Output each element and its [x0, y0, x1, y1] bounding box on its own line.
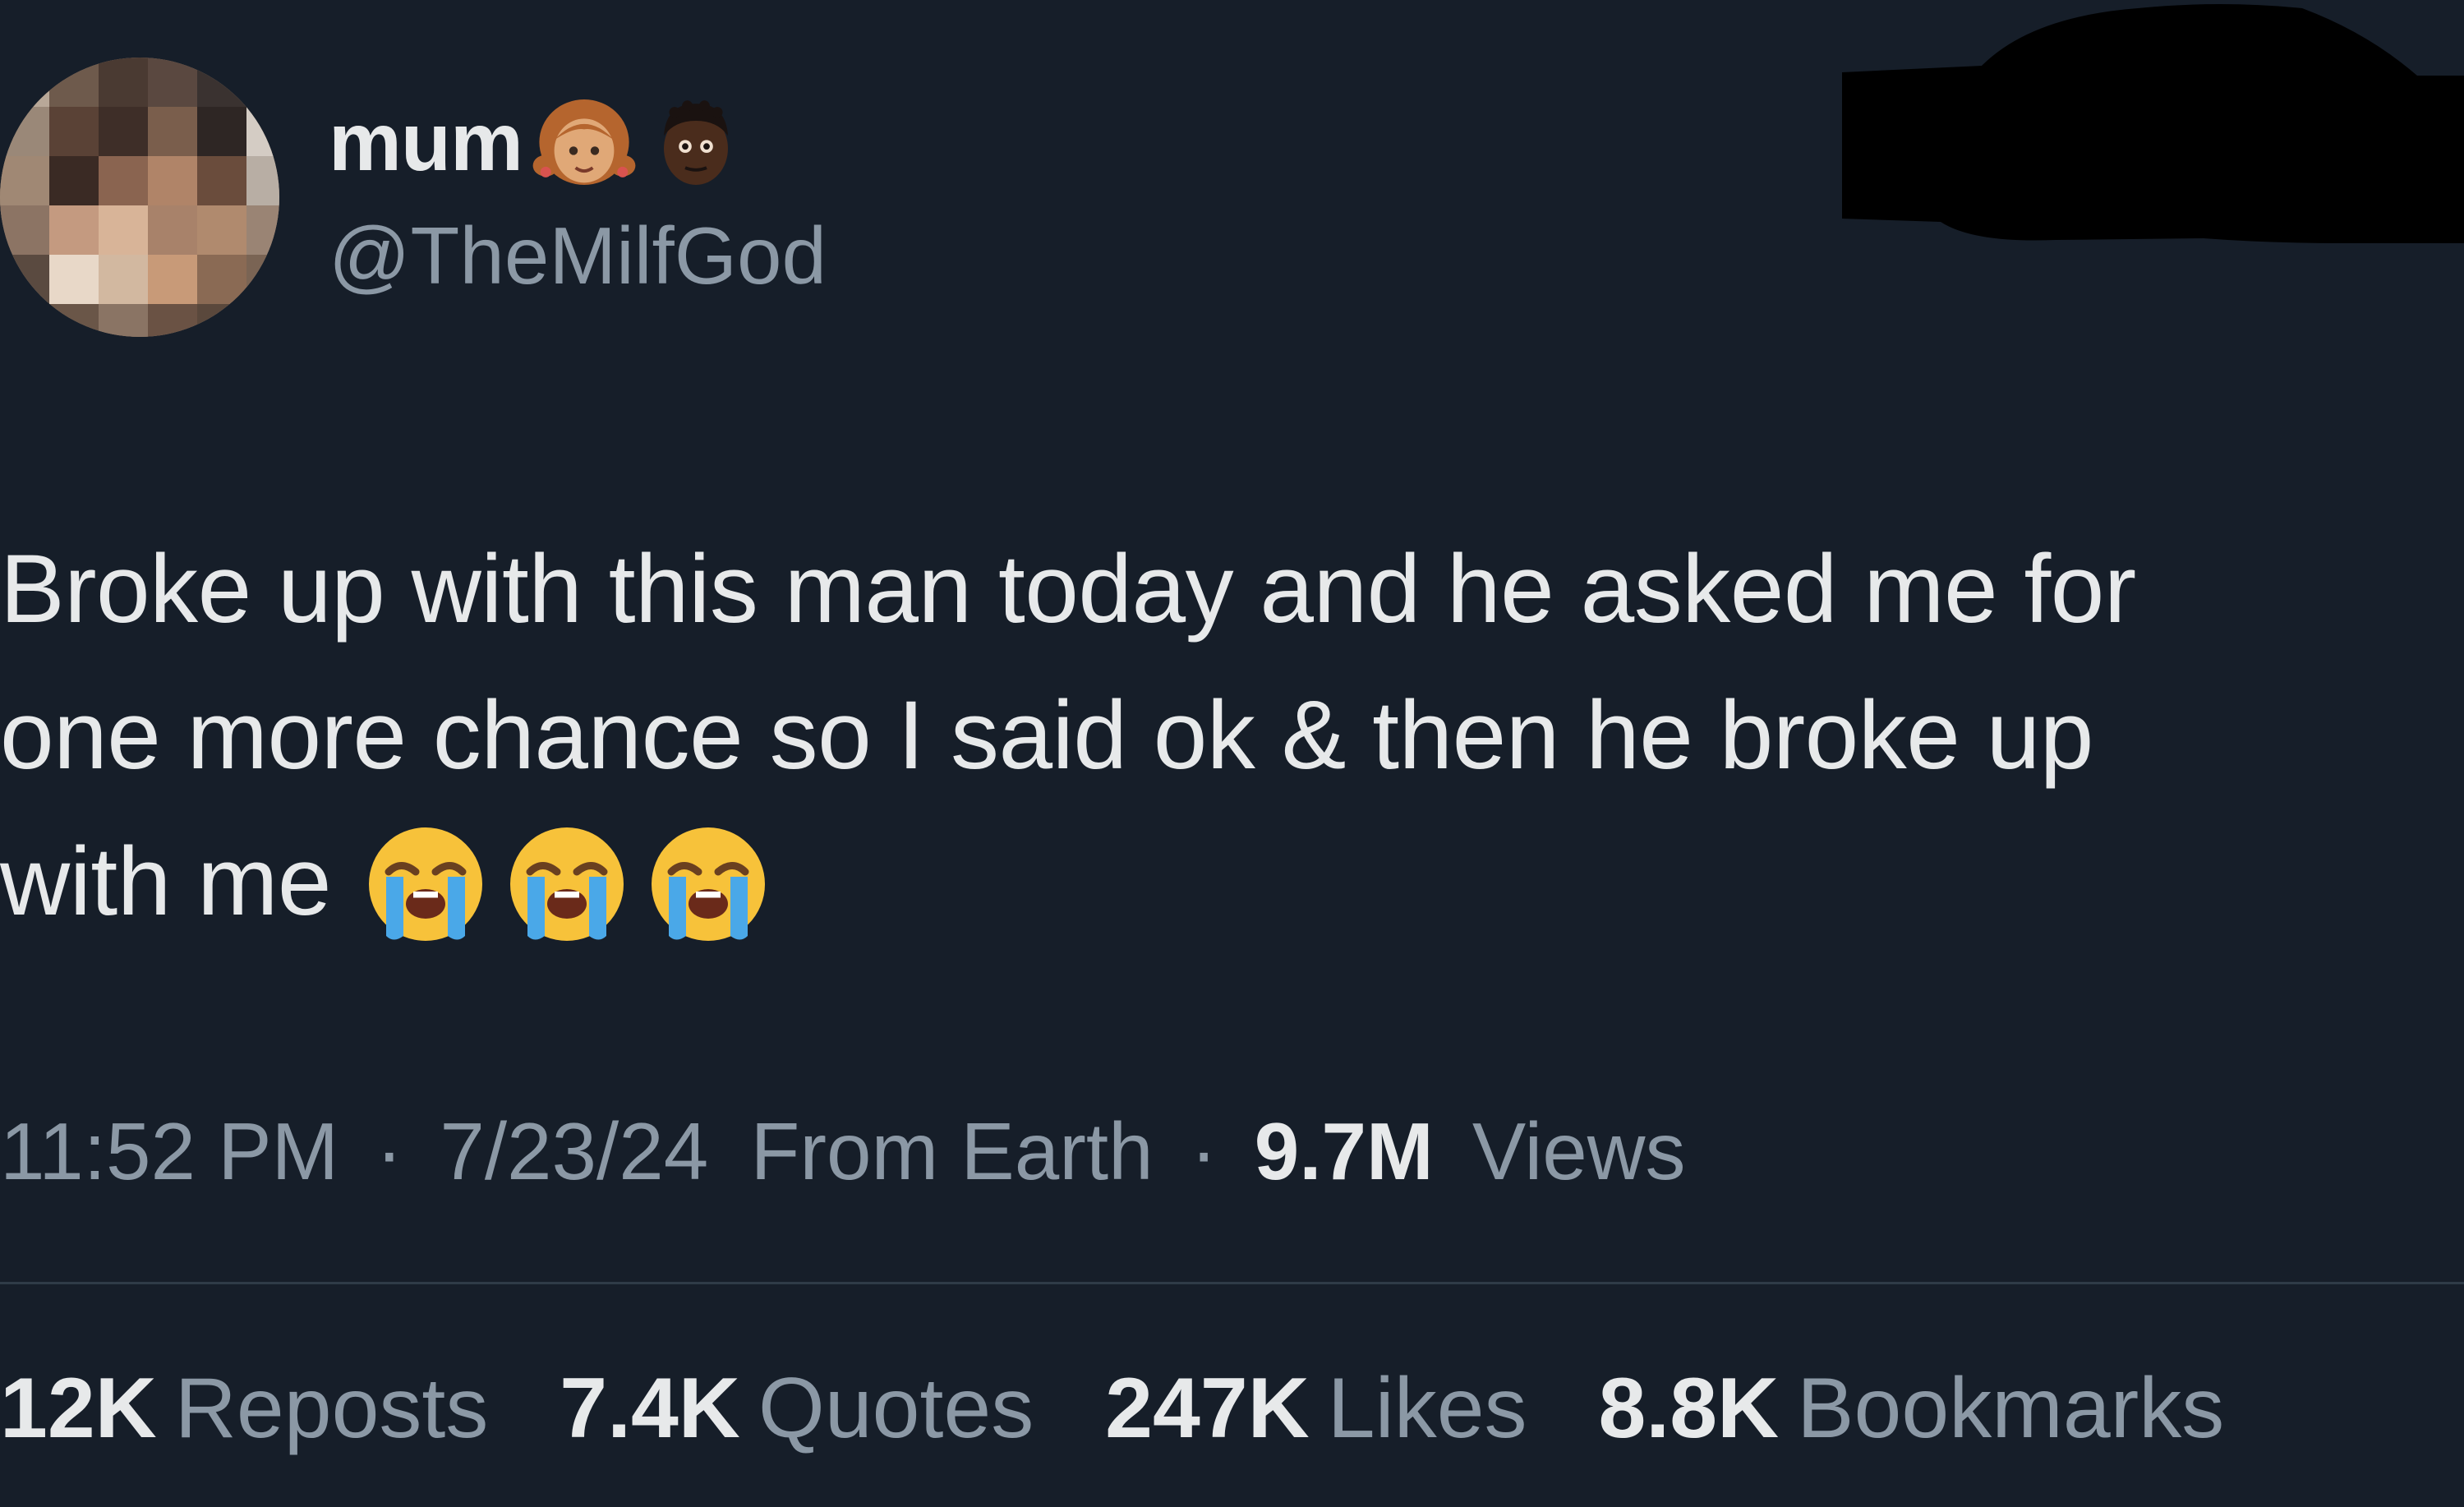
quotes-label: Quotes	[758, 1361, 1034, 1456]
user-name-row[interactable]: mum	[329, 97, 749, 187]
likes-label: Likes	[1327, 1361, 1527, 1456]
girl-emoji-icon	[532, 99, 636, 185]
reposts-label: Reposts	[174, 1361, 489, 1456]
tweet-date[interactable]: 7/23/24	[440, 1106, 708, 1196]
loudly-crying-face-icon	[652, 827, 766, 941]
user-handle[interactable]: @TheMilfGod	[329, 215, 827, 296]
tweet-card: mum @TheMilfGod Broke up with this man t…	[0, 0, 2464, 1507]
tweet-meta: 11:52 PM · 7/23/24 From Earth · 9.7M Vie…	[0, 1111, 1686, 1191]
quotes-stat[interactable]: 7.4K Quotes	[560, 1366, 1034, 1451]
quotes-count: 7.4K	[560, 1361, 740, 1456]
tweet-text-line: with me	[0, 827, 332, 936]
bookmarks-stat[interactable]: 8.8K Bookmarks	[1598, 1366, 2224, 1451]
display-name[interactable]: mum	[329, 101, 523, 183]
likes-stat[interactable]: 247K Likes	[1105, 1366, 1527, 1451]
likes-count: 247K	[1105, 1361, 1310, 1456]
avatar[interactable]	[0, 58, 279, 337]
tweet-time[interactable]: 11:52 PM	[0, 1106, 339, 1196]
divider	[0, 1282, 2464, 1284]
avatar-pixelated-image	[0, 58, 279, 337]
man-emoji-icon	[663, 100, 728, 185]
loudly-crying-face-icon	[510, 827, 624, 941]
tweet-text-line: one more chance so I said ok & then he b…	[0, 681, 2093, 790]
loudly-crying-face-icon	[369, 827, 483, 941]
reposts-stat[interactable]: 12K Reposts	[0, 1366, 488, 1451]
tweet-text-line: Broke up with this man today and he aske…	[0, 535, 2136, 643]
bookmarks-count: 8.8K	[1598, 1361, 1780, 1456]
tweet-text-line-last: with me	[0, 809, 2448, 955]
reposts-count: 12K	[0, 1361, 157, 1456]
tweet-text: Broke up with this man today and he aske…	[0, 516, 2448, 955]
views-count: 9.7M	[1254, 1106, 1434, 1196]
redaction-scribble	[1842, 4, 2464, 243]
tweet-source: From Earth	[750, 1106, 1154, 1196]
bookmarks-label: Bookmarks	[1797, 1361, 2225, 1456]
meta-separator: ·	[1190, 1106, 1218, 1196]
engagement-stats: 12K Reposts 7.4K Quotes 247K Likes 8.8K Book…	[0, 1366, 2224, 1451]
meta-separator: ·	[375, 1106, 403, 1196]
views-label: Views	[1471, 1106, 1686, 1196]
